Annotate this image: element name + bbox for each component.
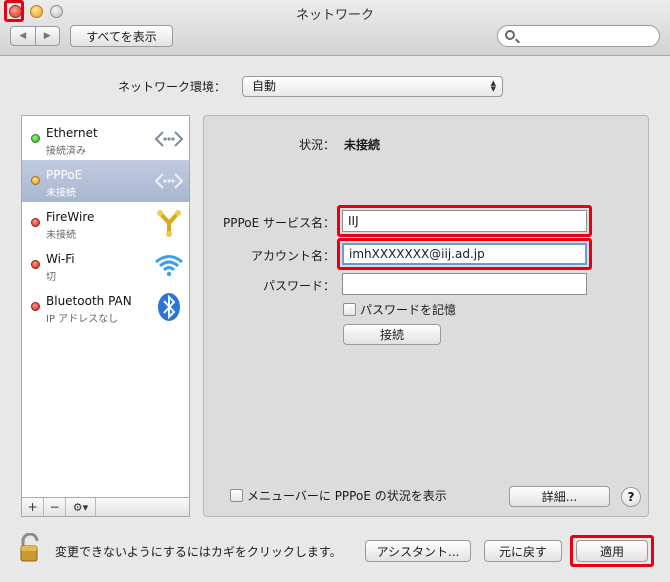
back-forward-control: ◀ ▶ — [10, 26, 60, 46]
status-dot-yellow — [31, 176, 40, 185]
password-label: パスワード： — [262, 279, 335, 293]
service-item-firewire[interactable]: FireWire 未接続 — [22, 202, 189, 244]
service-item-pppoe[interactable]: PPPoE 未接続 — [22, 160, 189, 202]
window-title: ネットワーク — [295, 8, 374, 23]
remember-password-checkbox[interactable] — [343, 303, 356, 316]
remember-password-label: パスワードを記憶 — [360, 303, 457, 317]
ethernet-arrows-icon — [154, 124, 184, 154]
account-name-field[interactable]: imhXXXXXXX@iij.ad.jp — [342, 243, 587, 265]
show-all-button[interactable]: すべてを表示 — [70, 25, 173, 47]
ethernet-arrows-icon — [154, 166, 184, 196]
service-item-wifi[interactable]: Wi-Fi 切 — [22, 244, 189, 286]
add-service-button[interactable]: + — [22, 498, 44, 516]
service-name: PPPoE — [46, 168, 83, 182]
assistant-button[interactable]: アシスタント... — [365, 540, 471, 562]
search-icon — [505, 30, 515, 40]
lock-icon[interactable] — [19, 532, 45, 563]
revert-button[interactable]: 元に戻す — [484, 540, 562, 562]
menubar-status-label: メニューバーに PPPoE の状況を表示 — [247, 489, 447, 503]
service-name: FireWire — [46, 210, 95, 224]
location-value: 自動 — [252, 79, 277, 93]
bluetooth-icon — [154, 292, 184, 322]
status-dot-red — [31, 260, 40, 269]
service-name: Bluetooth PAN — [46, 294, 132, 308]
status-dot-red — [31, 218, 40, 227]
updown-arrows-icon: ▲ ▼ — [490, 79, 496, 93]
connect-button[interactable]: 接続 — [343, 324, 441, 345]
network-preferences-window: ネットワーク ◀ ▶ すべてを表示 ネットワーク環境： 自動 ▲ ▼ Ethern… — [0, 0, 670, 582]
search-field[interactable] — [497, 25, 660, 47]
service-status: IP アドレスなし — [46, 314, 119, 325]
remove-service-button[interactable]: − — [44, 498, 66, 516]
status-label: 状況： — [298, 138, 335, 152]
wifi-icon — [154, 250, 184, 280]
status-dot-red — [31, 302, 40, 311]
service-status: 切 — [46, 272, 56, 283]
service-name-label: PPPoE サービス名： — [222, 216, 335, 230]
lock-hint-text: 変更できないようにするにはカギをクリックします。 — [55, 545, 342, 559]
account-label: アカウント名： — [250, 249, 335, 263]
service-list: Ethernet 接続済み PPPoE 未接続 FireWire 未接続 Wi-… — [21, 115, 190, 517]
service-status: 未接続 — [46, 188, 76, 199]
service-status: 接続済み — [46, 146, 86, 157]
service-status: 未接続 — [46, 230, 76, 241]
status-dot-green — [31, 134, 40, 143]
gear-menu-button[interactable]: ⚙▾ — [66, 498, 96, 516]
location-select[interactable]: 自動 ▲ ▼ — [242, 76, 503, 97]
service-name: Ethernet — [46, 126, 98, 140]
password-field[interactable] — [342, 273, 587, 295]
forward-arrow-icon[interactable]: ▶ — [34, 27, 60, 45]
service-name: Wi-Fi — [46, 252, 75, 266]
back-arrow-icon[interactable]: ◀ — [11, 27, 35, 45]
apply-button[interactable]: 適用 — [576, 540, 648, 562]
advanced-button[interactable]: 詳細... — [509, 486, 610, 507]
status-value: 未接続 — [344, 138, 381, 152]
service-item-ethernet[interactable]: Ethernet 接続済み — [22, 118, 189, 160]
location-label: ネットワーク環境： — [118, 80, 227, 94]
help-button[interactable]: ? — [621, 487, 641, 507]
service-name-field[interactable]: IIJ — [342, 210, 587, 232]
service-list-actions: + − ⚙▾ — [22, 497, 189, 516]
menubar-status-checkbox[interactable] — [230, 489, 243, 502]
firewire-icon — [154, 208, 184, 238]
service-item-bluetooth-pan[interactable]: Bluetooth PAN IP アドレスなし — [22, 286, 189, 328]
title-toolbar: ネットワーク ◀ ▶ すべてを表示 — [0, 0, 670, 56]
